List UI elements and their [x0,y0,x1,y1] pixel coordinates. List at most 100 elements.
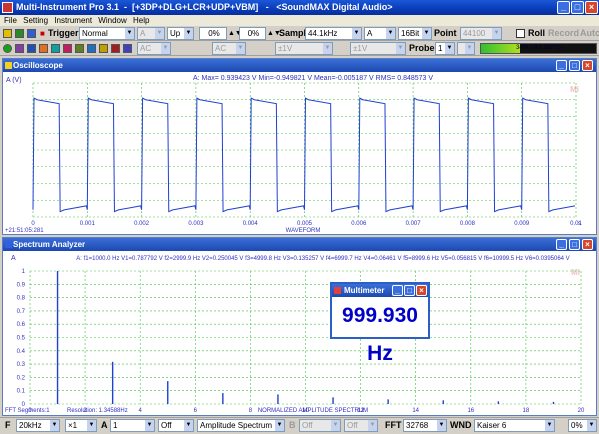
spectrum-plot[interactable]: A A: f1=1000.0 Hz V1=0.787792 V f2=2999.9… [3,251,596,415]
x-tick-label: 0.004 [243,221,259,227]
probe-label: Probe [409,43,435,53]
multimeter-icon [334,287,341,294]
instrument-icon-9[interactable] [111,44,120,53]
off-select-3[interactable]: Off ▼ [344,419,378,432]
freq-range-select[interactable]: 20kHz ▼ [16,419,60,432]
roll-label: Roll [528,28,545,38]
instrument-icon-2[interactable] [27,44,36,53]
overlap-select[interactable]: 0% ▼ [568,419,597,432]
trigger-channel-select[interactable]: A ▼ [137,27,165,40]
y-tick-label: 0.5 [17,336,26,342]
chevron-down-icon: ▼ [437,420,446,431]
watermark-logo: Mi [571,268,580,277]
run-icon[interactable] [3,44,12,53]
timestamp-label: +21:51:05:281 [5,228,44,234]
oscilloscope-plot[interactable]: A (V) A: Max= 0.939423 V Min=-0.949821 V … [3,72,596,234]
roll-checkbox[interactable] [516,29,525,38]
menu-window[interactable]: Window [98,15,126,26]
spectrum-close-button[interactable]: × [582,239,593,250]
menu-setting[interactable]: Setting [23,15,48,26]
sample-rate-select[interactable]: 44.1kHz ▼ [305,27,362,40]
y-tick-label: 0.7 [17,309,26,315]
fft-size-select[interactable]: 32768 ▼ [403,419,447,432]
y-tick-label: 0.1 [17,389,26,395]
function-select[interactable]: Amplitude Spectrum ▼ [197,419,285,432]
x-tick-label: 16 [467,408,474,414]
probe-b-select[interactable]: ▼ [457,42,475,55]
minimize-button[interactable]: _ [557,1,570,14]
instrument-icon-6[interactable] [75,44,84,53]
range-b-select[interactable]: ±1V ▼ [350,42,406,55]
instrument-icon-10[interactable] [123,44,132,53]
trigger-delay-input[interactable]: 0% [239,27,266,40]
trigger-label: Trigger [48,28,79,38]
trigger-mode-select[interactable]: Normal ▼ [79,27,135,40]
chevron-down-icon: ▼ [236,43,245,54]
chevron-down-icon: ▼ [275,420,284,431]
coupling-a-select[interactable]: AC ▼ [137,42,171,55]
stop-icon[interactable]: ■ [40,27,45,40]
maximize-button[interactable]: □ [571,1,584,14]
generator-icon[interactable] [27,29,36,38]
spectrum-maximize-button[interactable]: □ [569,239,580,250]
oscilloscope-close-button[interactable]: × [582,60,593,71]
spectrum-window: Spectrum Analyzer _ □ × A A: f1=1000.0 Hz… [2,237,597,416]
chevron-down-icon: ▼ [492,28,501,39]
menu-instrument[interactable]: Instrument [54,15,92,26]
spectrum-titlebar: Spectrum Analyzer _ □ × [3,238,596,251]
instrument-icon-7[interactable] [87,44,96,53]
instrument-icon-5[interactable] [63,44,72,53]
multimeter-minimize-button[interactable]: _ [392,285,403,296]
instrument-icon-1[interactable] [15,44,24,53]
chevron-down-icon: ▼ [396,43,405,54]
y-tick-label: 0.9 [17,282,26,288]
window-function-select[interactable]: Kaiser 6 ▼ [474,419,555,432]
oscilloscope-titlebar: Oscilloscope _ □ × [3,59,596,72]
menu-file[interactable]: File [4,15,17,26]
channel-select[interactable]: A ▼ [364,27,396,40]
coupling-b-select[interactable]: AC ▼ [212,42,246,55]
bits-select[interactable]: 16Bit ▼ [398,27,432,40]
record-button[interactable]: Record [548,27,579,40]
x-tick-label: 0.006 [351,221,367,227]
spectrum-minimize-button[interactable]: _ [556,239,567,250]
trigger-edge-select[interactable]: Up ▼ [167,27,194,40]
menu-help[interactable]: Help [133,15,149,26]
range-a-select[interactable]: ±1V ▼ [275,42,333,55]
close-button[interactable]: × [585,1,598,14]
instrument-icon-4[interactable] [51,44,60,53]
instrument-icon-3[interactable] [39,44,48,53]
oscilloscope-maximize-button[interactable]: □ [569,60,580,71]
off-select-1[interactable]: Off ▼ [158,419,194,432]
auto-button[interactable]: Auto [580,27,599,40]
trigger-level-input[interactable]: 0% [199,27,227,40]
multimeter-maximize-button[interactable]: □ [404,285,415,296]
scope-icon[interactable] [3,29,12,38]
x-tick-label: 0.008 [460,221,476,227]
instrument-icon-8[interactable] [99,44,108,53]
toolbar-trigger: ■ Trigger Normal ▼ A ▼ Up ▼ 0% ▲▼ 0% ▲▼ Sam… [0,26,599,41]
chevron-down-icon: ▼ [465,43,474,54]
multimeter-title: Multimeter [344,286,385,295]
chevron-down-icon: ▼ [587,420,596,431]
a-select[interactable]: 1 ▼ [110,419,155,432]
title-bar: Multi-Instrument Pro 3.1 - [+3DP+DLG+LCR… [0,0,599,15]
off-select-2[interactable]: Off ▼ [299,419,341,432]
x-tick-label: 20 [578,408,585,414]
zoom-select[interactable]: ×1 ▼ [65,419,97,432]
probe-select[interactable]: 1 ▼ [435,42,455,55]
stats-readout: A: Max= 0.939423 V Min=-0.949821 V Mean=… [193,75,433,82]
x-tick-label: 4 [139,408,143,414]
oscilloscope-minimize-button[interactable]: _ [556,60,567,71]
multimeter-close-button[interactable]: × [416,285,427,296]
point-label: Point [434,28,457,38]
x-unit-label: s [578,221,581,227]
spectrum-icon[interactable] [15,29,24,38]
chevron-down-icon: ▼ [184,420,193,431]
chevron-down-icon: ▼ [50,420,59,431]
spectrum-toolbar: F 20kHz ▼ ×1 ▼ A 1 ▼ Off ▼ Amplitude Spectru… [0,417,599,434]
chevron-down-icon: ▼ [445,43,454,54]
points-select[interactable]: 44100 ▼ [460,27,502,40]
stats-readout: A: f1=1000.0 Hz V1=0.787792 V f2=2999.9 … [76,256,569,262]
fft-segments-label: FFT Segments:1 [5,408,50,414]
